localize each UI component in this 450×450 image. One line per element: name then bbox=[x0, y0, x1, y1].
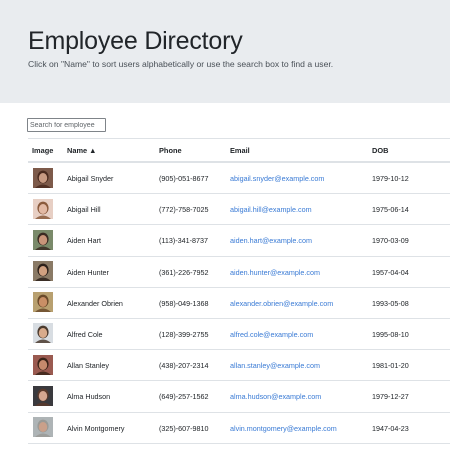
employee-name: Abigail Snyder bbox=[67, 174, 114, 183]
column-header-dob: DOB bbox=[372, 146, 389, 155]
employee-avatar bbox=[33, 292, 53, 313]
employee-dob: 1995-08-10 bbox=[372, 329, 409, 339]
employee-dob: 1947-04-23 bbox=[372, 423, 409, 433]
employee-avatar bbox=[33, 417, 53, 437]
employee-email-link[interactable]: abigail.snyder@example.com bbox=[230, 174, 324, 183]
employee-dob: 1975-06-14 bbox=[372, 205, 409, 215]
page-subtitle: Click on "Name" to sort users alphabetic… bbox=[28, 59, 334, 69]
employee-avatar bbox=[33, 261, 53, 282]
employee-avatar bbox=[33, 354, 53, 375]
employee-name: Aiden Hart bbox=[67, 236, 101, 246]
employee-email-link[interactable]: alvin.montgomery@example.com bbox=[230, 424, 337, 433]
employee-email-link[interactable]: allan.stanley@example.com bbox=[230, 361, 320, 370]
employee-name: Alexander Obrien bbox=[67, 298, 123, 308]
employee-name: Aiden Hunter bbox=[67, 267, 109, 277]
employee-phone: (361)-226-7952 bbox=[159, 267, 209, 277]
employee-email-link[interactable]: aiden.hunter@example.com bbox=[230, 268, 320, 277]
employee-dob: 1979-12-27 bbox=[372, 392, 409, 402]
employee-phone: (325)-607-9810 bbox=[159, 423, 209, 433]
page-title: Employee Directory bbox=[28, 27, 243, 55]
page-header: Employee Directory Click on "Name" to so… bbox=[0, 0, 450, 103]
employee-email-link[interactable]: alfred.cole@example.com bbox=[230, 330, 313, 339]
column-header-image: Image bbox=[32, 146, 54, 155]
employee-dob: 1957-04-04 bbox=[372, 267, 409, 277]
sort-ascending-icon: ▲ bbox=[89, 146, 97, 155]
employee-phone: (113)-341-8737 bbox=[159, 236, 209, 246]
employee-phone: (905)-051-8677 bbox=[159, 174, 209, 183]
employee-avatar bbox=[33, 229, 53, 250]
table-body: Abigail Snyder (905)-051-8677 abigail.snyd… bbox=[28, 163, 450, 444]
table-row: Allan Stanley (438)-207-2314 allan.stanley… bbox=[28, 350, 450, 382]
table-row: Alexander Obrien (958)-049-1368 alexander.… bbox=[28, 288, 450, 319]
employee-dob: 1981-01-20 bbox=[372, 361, 409, 371]
employee-email-link[interactable]: alma.hudson@example.com bbox=[230, 392, 321, 401]
employee-dob: 1979-10-12 bbox=[372, 174, 409, 183]
employee-name: Alvin Montgomery bbox=[67, 423, 125, 433]
table-row: Alfred Cole (128)-399-2755 alfred.cole@exa… bbox=[28, 319, 450, 351]
table-row: Aiden Hunter (361)-226-7952 aiden.hunter@e… bbox=[28, 257, 450, 288]
employee-avatar bbox=[33, 323, 53, 344]
employee-email-link[interactable]: abigail.hill@example.com bbox=[230, 205, 312, 214]
employee-phone: (772)-758-7025 bbox=[159, 205, 209, 215]
employee-name: Alma Hudson bbox=[67, 392, 111, 402]
employee-phone: (958)-049-1368 bbox=[159, 298, 209, 308]
employee-email-link[interactable]: aiden.hart@example.com bbox=[230, 236, 312, 245]
table-row: Abigail Hill (772)-758-7025 abigail.hill@e… bbox=[28, 194, 450, 226]
employee-avatar bbox=[33, 385, 53, 406]
employee-name: Allan Stanley bbox=[67, 361, 109, 371]
employee-dob: 1970-03-09 bbox=[372, 236, 409, 246]
employee-avatar bbox=[33, 167, 53, 188]
table-row: Abigail Snyder (905)-051-8677 abigail.snyd… bbox=[28, 163, 450, 195]
table-row: Aiden Hart (113)-341-8737 aiden.hart@examp… bbox=[28, 225, 450, 257]
search-input[interactable] bbox=[27, 118, 106, 132]
employee-dob: 1993-05-08 bbox=[372, 298, 409, 308]
employee-email-link[interactable]: alexander.obrien@example.com bbox=[230, 299, 333, 308]
employee-table: Image Name ▲ Phone Email DOB Abigail Snyd… bbox=[28, 138, 450, 444]
employee-phone: (649)-257-1562 bbox=[159, 392, 209, 402]
employee-avatar bbox=[33, 198, 53, 219]
table-header: Image Name ▲ Phone Email DOB bbox=[28, 139, 450, 163]
column-header-email: Email bbox=[230, 146, 250, 155]
table-row: Alma Hudson (649)-257-1562 alma.hudson@exa… bbox=[28, 381, 450, 413]
employee-name: Abigail Hill bbox=[67, 205, 101, 215]
column-header-name[interactable]: Name ▲ bbox=[67, 146, 96, 155]
column-header-name-label: Name bbox=[67, 146, 88, 155]
table-row: Alvin Montgomery (325)-607-9810 alvin.mont… bbox=[28, 413, 450, 444]
employee-phone: (438)-207-2314 bbox=[159, 361, 209, 371]
column-header-phone: Phone bbox=[159, 146, 182, 155]
employee-phone: (128)-399-2755 bbox=[159, 329, 209, 339]
employee-name: Alfred Cole bbox=[67, 329, 103, 339]
